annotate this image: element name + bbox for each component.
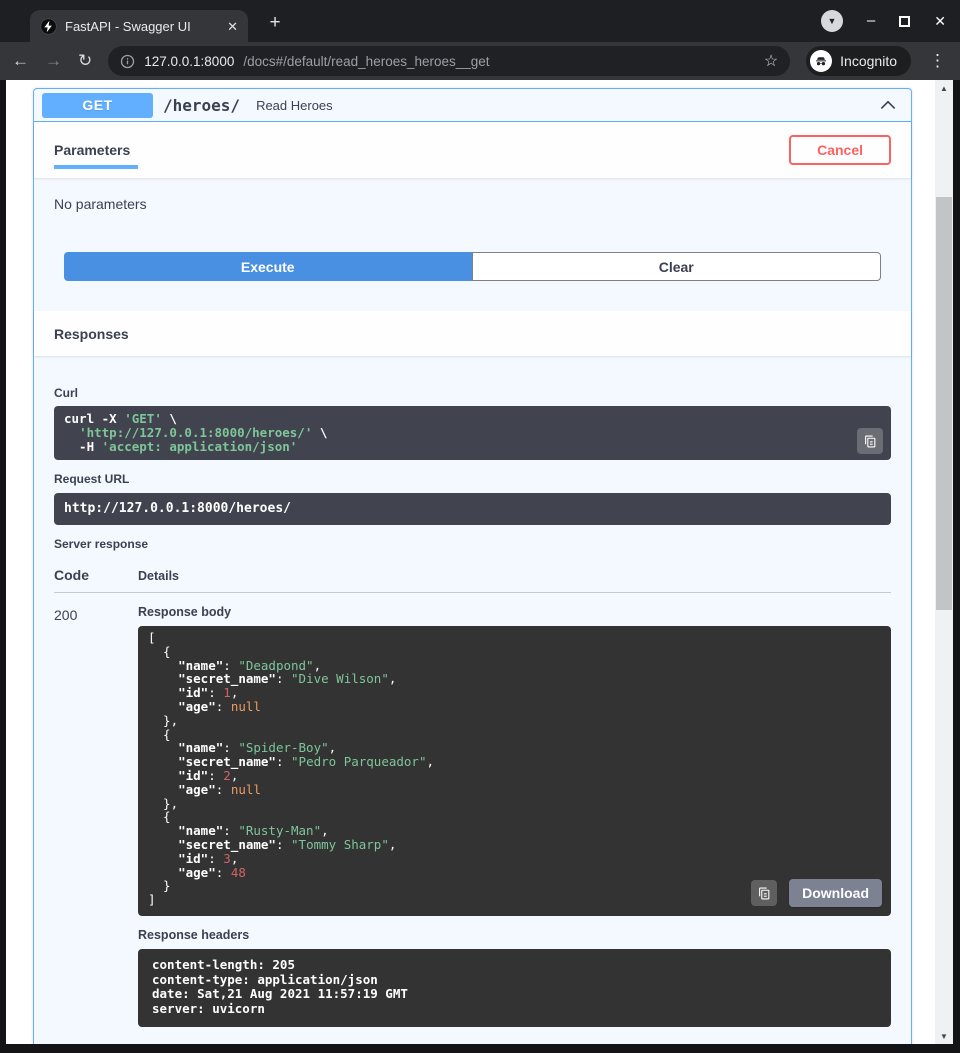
forward-icon[interactable]: → <box>45 51 62 71</box>
browser-tab-bar: FastAPI - Swagger UI ✕ + ▼ – ✕ <box>0 0 960 42</box>
server-response-label: Server response <box>54 537 891 551</box>
curl-label: Curl <box>54 386 891 400</box>
maximize-button[interactable] <box>899 16 910 27</box>
response-body-block: [ { "name": "Deadpond", "secret_name": "… <box>138 626 891 916</box>
reload-icon[interactable]: ↻ <box>78 51 92 71</box>
response-details: Response body [ { "name": "Deadpond", "s… <box>138 605 891 1027</box>
incognito-label: Incognito <box>840 53 897 69</box>
browser-tab[interactable]: FastAPI - Swagger UI ✕ <box>30 10 248 42</box>
browser-toolbar: ← → ↻ 127.0.0.1:8000 /docs#/default/read… <box>0 42 960 80</box>
browser-update-icon[interactable]: ▼ <box>821 10 843 32</box>
curl-code: curl -X 'GET' \ 'http://127.0.0.1:8000/h… <box>64 411 327 454</box>
parameters-tab: Parameters <box>54 142 130 158</box>
scrollbar-down-icon[interactable]: ▼ <box>935 1028 953 1044</box>
back-icon[interactable]: ← <box>12 51 29 71</box>
incognito-badge: Incognito <box>806 46 911 76</box>
response-headers-label: Response headers <box>138 928 891 942</box>
responses-title: Responses <box>54 326 129 342</box>
response-body-actions: Download <box>751 879 882 907</box>
http-method-badge: GET <box>42 93 153 118</box>
parameters-tab-underline <box>54 165 138 169</box>
opblock-get-heroes: GET /heroes/ Read Heroes Parameters Canc… <box>33 88 912 1044</box>
bookmark-star-icon[interactable]: ☆ <box>764 51 778 71</box>
tab-title: FastAPI - Swagger UI <box>65 19 219 34</box>
window-close-button[interactable]: ✕ <box>934 13 946 30</box>
copy-curl-button[interactable] <box>857 428 883 454</box>
incognito-icon <box>810 50 832 72</box>
code-column-header: Code <box>54 567 138 583</box>
response-table-header: Code Details <box>54 567 891 593</box>
execute-row: Execute Clear <box>64 252 881 281</box>
response-headers-code: content-length: 205 content-type: applic… <box>152 957 408 1016</box>
page-info-icon[interactable] <box>120 54 135 69</box>
window-bottom-edge <box>0 1044 960 1053</box>
minimize-button[interactable]: – <box>867 16 875 26</box>
url-bar[interactable]: 127.0.0.1:8000 /docs#/default/read_heroe… <box>108 46 790 76</box>
response-body-label: Response body <box>138 605 891 619</box>
parameters-header: Parameters Cancel <box>34 122 911 178</box>
page-scrollbar[interactable]: ▲ ▼ <box>935 80 953 1044</box>
parameters-body: No parameters Execute Clear <box>34 178 911 311</box>
request-url-label: Request URL <box>54 472 891 486</box>
download-button[interactable]: Download <box>789 879 882 907</box>
scrollbar-thumb[interactable] <box>936 197 952 610</box>
cancel-button[interactable]: Cancel <box>789 135 891 165</box>
browser-viewport: GET /heroes/ Read Heroes Parameters Canc… <box>0 80 960 1044</box>
execute-button[interactable]: Execute <box>64 252 472 281</box>
new-tab-button[interactable]: + <box>264 12 286 34</box>
clear-button[interactable]: Clear <box>472 252 882 281</box>
endpoint-summary: Read Heroes <box>256 98 879 113</box>
response-row: 200 Response body [ { "name": "Deadpond"… <box>54 605 891 1027</box>
url-host: 127.0.0.1:8000 <box>144 54 234 69</box>
responses-header: Responses <box>34 311 911 356</box>
response-body-code: [ { "name": "Deadpond", "secret_name": "… <box>148 630 434 907</box>
endpoint-path: /heroes/ <box>163 96 240 115</box>
window-controls: ▼ – ✕ <box>821 10 946 32</box>
copy-response-button[interactable] <box>751 880 777 906</box>
opblock-summary[interactable]: GET /heroes/ Read Heroes <box>34 89 911 122</box>
url-path: /docs#/default/read_heroes_heroes__get <box>243 54 754 69</box>
fastapi-favicon-icon <box>40 18 57 35</box>
request-url-block: http://127.0.0.1:8000/heroes/ <box>54 493 891 525</box>
collapse-chevron-icon[interactable] <box>879 96 897 114</box>
responses-body: Curl curl -X 'GET' \ 'http://127.0.0.1:8… <box>34 356 911 1044</box>
swagger-page: GET /heroes/ Read Heroes Parameters Canc… <box>6 80 935 1044</box>
curl-block: curl -X 'GET' \ 'http://127.0.0.1:8000/h… <box>54 406 891 460</box>
request-url-code: http://127.0.0.1:8000/heroes/ <box>64 501 291 516</box>
status-code: 200 <box>54 605 138 1027</box>
browser-menu-icon[interactable]: ⋮ <box>929 51 946 71</box>
no-parameters-text: No parameters <box>54 196 891 212</box>
response-headers-block: content-length: 205 content-type: applic… <box>138 949 891 1027</box>
tab-close-icon[interactable]: ✕ <box>227 20 238 33</box>
details-column-header: Details <box>138 567 179 583</box>
scrollbar-up-icon[interactable]: ▲ <box>935 80 953 96</box>
